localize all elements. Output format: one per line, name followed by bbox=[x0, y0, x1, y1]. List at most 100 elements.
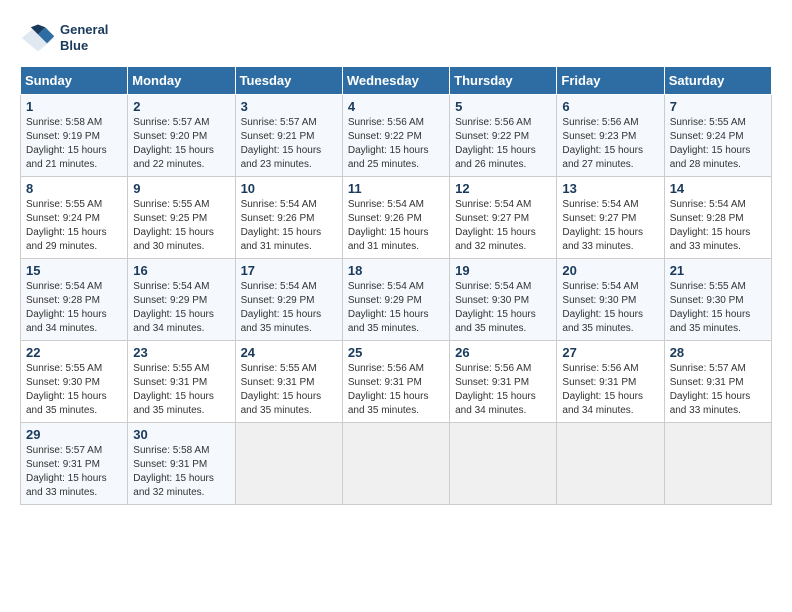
day-info: Sunrise: 5:55 AMSunset: 9:31 PMDaylight:… bbox=[241, 362, 337, 418]
day-number: 8 bbox=[26, 181, 122, 196]
day-info: Sunrise: 5:54 AMSunset: 9:30 PMDaylight:… bbox=[562, 280, 658, 336]
calendar-week-row: 8 Sunrise: 5:55 AMSunset: 9:24 PMDaylight… bbox=[21, 177, 772, 259]
calendar-header-tuesday: Tuesday bbox=[235, 67, 342, 95]
day-info: Sunrise: 5:57 AMSunset: 9:31 PMDaylight:… bbox=[670, 362, 766, 418]
calendar-cell: 22 Sunrise: 5:55 AMSunset: 9:30 PMDayligh… bbox=[21, 341, 128, 423]
day-info: Sunrise: 5:55 AMSunset: 9:24 PMDaylight:… bbox=[26, 198, 122, 254]
day-number: 6 bbox=[562, 99, 658, 114]
day-info: Sunrise: 5:55 AMSunset: 9:31 PMDaylight:… bbox=[133, 362, 229, 418]
day-info: Sunrise: 5:58 AMSunset: 9:19 PMDaylight:… bbox=[26, 116, 122, 172]
calendar-cell: 21 Sunrise: 5:55 AMSunset: 9:30 PMDayligh… bbox=[664, 259, 771, 341]
day-info: Sunrise: 5:55 AMSunset: 9:24 PMDaylight:… bbox=[670, 116, 766, 172]
day-info: Sunrise: 5:54 AMSunset: 9:27 PMDaylight:… bbox=[562, 198, 658, 254]
calendar-cell: 14 Sunrise: 5:54 AMSunset: 9:28 PMDayligh… bbox=[664, 177, 771, 259]
day-info: Sunrise: 5:55 AMSunset: 9:25 PMDaylight:… bbox=[133, 198, 229, 254]
calendar-header-saturday: Saturday bbox=[664, 67, 771, 95]
day-number: 7 bbox=[670, 99, 766, 114]
day-number: 28 bbox=[670, 345, 766, 360]
calendar-cell: 15Sunrise: 5:54 AMSunset: 9:28 PMDayligh… bbox=[21, 259, 128, 341]
calendar-cell: 25 Sunrise: 5:56 AMSunset: 9:31 PMDayligh… bbox=[342, 341, 449, 423]
day-number: 9 bbox=[133, 181, 229, 196]
calendar-cell bbox=[342, 423, 449, 505]
calendar-cell: 1 Sunrise: 5:58 AMSunset: 9:19 PMDaylight… bbox=[21, 95, 128, 177]
day-info: Sunrise: 5:54 AMSunset: 9:30 PMDaylight:… bbox=[455, 280, 551, 336]
day-number: 29 bbox=[26, 427, 122, 442]
calendar-header-friday: Friday bbox=[557, 67, 664, 95]
day-number: 5 bbox=[455, 99, 551, 114]
day-info: Sunrise: 5:54 AMSunset: 9:27 PMDaylight:… bbox=[455, 198, 551, 254]
calendar-week-row: 29 Sunrise: 5:57 AMSunset: 9:31 PMDayligh… bbox=[21, 423, 772, 505]
calendar-cell: 23 Sunrise: 5:55 AMSunset: 9:31 PMDayligh… bbox=[128, 341, 235, 423]
day-info: Sunrise: 5:54 AMSunset: 9:28 PMDaylight:… bbox=[26, 280, 122, 336]
day-number: 22 bbox=[26, 345, 122, 360]
calendar-cell: 20 Sunrise: 5:54 AMSunset: 9:30 PMDayligh… bbox=[557, 259, 664, 341]
day-number: 12 bbox=[455, 181, 551, 196]
day-number: 18 bbox=[348, 263, 444, 278]
calendar-cell: 5Sunrise: 5:56 AMSunset: 9:22 PMDaylight… bbox=[450, 95, 557, 177]
day-info: Sunrise: 5:56 AMSunset: 9:31 PMDaylight:… bbox=[348, 362, 444, 418]
day-info: Sunrise: 5:58 AMSunset: 9:31 PMDaylight:… bbox=[133, 444, 229, 500]
calendar-cell: 30Sunrise: 5:58 AMSunset: 9:31 PMDayligh… bbox=[128, 423, 235, 505]
day-number: 2 bbox=[133, 99, 229, 114]
logo-icon bbox=[20, 20, 56, 56]
calendar-table: SundayMondayTuesdayWednesdayThursdayFrid… bbox=[20, 66, 772, 505]
calendar-cell: 19 Sunrise: 5:54 AMSunset: 9:30 PMDayligh… bbox=[450, 259, 557, 341]
day-number: 23 bbox=[133, 345, 229, 360]
day-info: Sunrise: 5:54 AMSunset: 9:29 PMDaylight:… bbox=[133, 280, 229, 336]
calendar-cell: 6 Sunrise: 5:56 AMSunset: 9:23 PMDaylight… bbox=[557, 95, 664, 177]
day-info: Sunrise: 5:57 AMSunset: 9:20 PMDaylight:… bbox=[133, 116, 229, 172]
calendar-cell: 8 Sunrise: 5:55 AMSunset: 9:24 PMDaylight… bbox=[21, 177, 128, 259]
day-number: 11 bbox=[348, 181, 444, 196]
calendar-cell: 29 Sunrise: 5:57 AMSunset: 9:31 PMDayligh… bbox=[21, 423, 128, 505]
day-number: 3 bbox=[241, 99, 337, 114]
calendar-cell: 28 Sunrise: 5:57 AMSunset: 9:31 PMDayligh… bbox=[664, 341, 771, 423]
calendar-cell: 11 Sunrise: 5:54 AMSunset: 9:26 PMDayligh… bbox=[342, 177, 449, 259]
day-info: Sunrise: 5:54 AMSunset: 9:26 PMDaylight:… bbox=[348, 198, 444, 254]
day-info: Sunrise: 5:56 AMSunset: 9:31 PMDaylight:… bbox=[455, 362, 551, 418]
calendar-header-sunday: Sunday bbox=[21, 67, 128, 95]
day-info: Sunrise: 5:54 AMSunset: 9:29 PMDaylight:… bbox=[348, 280, 444, 336]
day-info: Sunrise: 5:54 AMSunset: 9:28 PMDaylight:… bbox=[670, 198, 766, 254]
calendar-cell: 24 Sunrise: 5:55 AMSunset: 9:31 PMDayligh… bbox=[235, 341, 342, 423]
day-info: Sunrise: 5:54 AMSunset: 9:26 PMDaylight:… bbox=[241, 198, 337, 254]
calendar-cell: 3 Sunrise: 5:57 AMSunset: 9:21 PMDaylight… bbox=[235, 95, 342, 177]
day-number: 24 bbox=[241, 345, 337, 360]
calendar-cell: 2 Sunrise: 5:57 AMSunset: 9:20 PMDaylight… bbox=[128, 95, 235, 177]
day-number: 13 bbox=[562, 181, 658, 196]
day-number: 27 bbox=[562, 345, 658, 360]
calendar-week-row: 22 Sunrise: 5:55 AMSunset: 9:30 PMDayligh… bbox=[21, 341, 772, 423]
day-number: 1 bbox=[26, 99, 122, 114]
logo: General Blue bbox=[20, 20, 108, 56]
day-info: Sunrise: 5:57 AMSunset: 9:31 PMDaylight:… bbox=[26, 444, 122, 500]
calendar-cell bbox=[235, 423, 342, 505]
calendar-cell bbox=[557, 423, 664, 505]
calendar-cell: 16 Sunrise: 5:54 AMSunset: 9:29 PMDayligh… bbox=[128, 259, 235, 341]
calendar-cell: 17 Sunrise: 5:54 AMSunset: 9:29 PMDayligh… bbox=[235, 259, 342, 341]
day-info: Sunrise: 5:56 AMSunset: 9:31 PMDaylight:… bbox=[562, 362, 658, 418]
calendar-cell: 26Sunrise: 5:56 AMSunset: 9:31 PMDayligh… bbox=[450, 341, 557, 423]
calendar-cell bbox=[450, 423, 557, 505]
day-number: 14 bbox=[670, 181, 766, 196]
calendar-cell: 18 Sunrise: 5:54 AMSunset: 9:29 PMDayligh… bbox=[342, 259, 449, 341]
day-number: 17 bbox=[241, 263, 337, 278]
day-info: Sunrise: 5:56 AMSunset: 9:22 PMDaylight:… bbox=[348, 116, 444, 172]
day-info: Sunrise: 5:54 AMSunset: 9:29 PMDaylight:… bbox=[241, 280, 337, 336]
page-header: General Blue bbox=[20, 20, 772, 56]
day-info: Sunrise: 5:57 AMSunset: 9:21 PMDaylight:… bbox=[241, 116, 337, 172]
day-number: 25 bbox=[348, 345, 444, 360]
day-info: Sunrise: 5:55 AMSunset: 9:30 PMDaylight:… bbox=[670, 280, 766, 336]
day-number: 20 bbox=[562, 263, 658, 278]
calendar-cell: 4Sunrise: 5:56 AMSunset: 9:22 PMDaylight… bbox=[342, 95, 449, 177]
calendar-header-thursday: Thursday bbox=[450, 67, 557, 95]
day-number: 16 bbox=[133, 263, 229, 278]
day-number: 19 bbox=[455, 263, 551, 278]
calendar-week-row: 15Sunrise: 5:54 AMSunset: 9:28 PMDayligh… bbox=[21, 259, 772, 341]
calendar-cell: 12 Sunrise: 5:54 AMSunset: 9:27 PMDayligh… bbox=[450, 177, 557, 259]
calendar-header-monday: Monday bbox=[128, 67, 235, 95]
calendar-cell: 7 Sunrise: 5:55 AMSunset: 9:24 PMDaylight… bbox=[664, 95, 771, 177]
day-info: Sunrise: 5:55 AMSunset: 9:30 PMDaylight:… bbox=[26, 362, 122, 418]
calendar-cell bbox=[664, 423, 771, 505]
day-number: 21 bbox=[670, 263, 766, 278]
day-info: Sunrise: 5:56 AMSunset: 9:23 PMDaylight:… bbox=[562, 116, 658, 172]
calendar-week-row: 1 Sunrise: 5:58 AMSunset: 9:19 PMDaylight… bbox=[21, 95, 772, 177]
